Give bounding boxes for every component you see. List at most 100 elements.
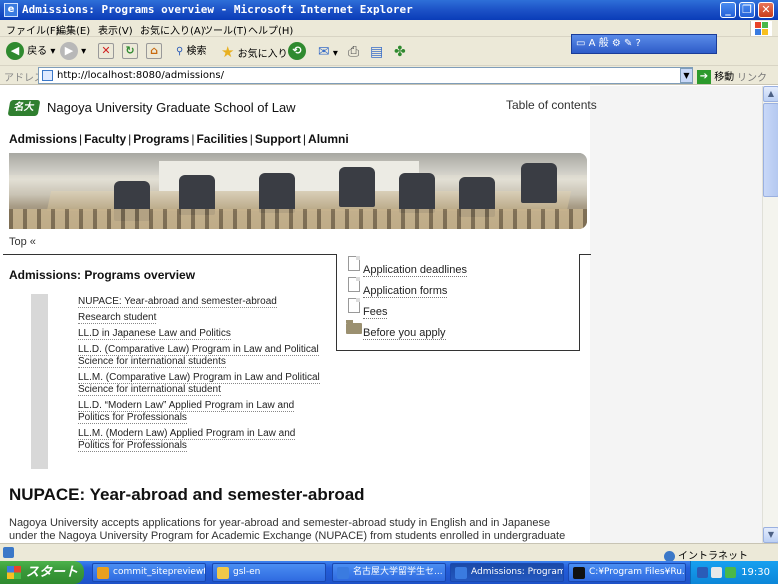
clock: 19:30 [741,567,770,578]
back-arrow-icon: ◀ [6,42,24,60]
edit-button[interactable]: ▤ [370,42,383,62]
history-button[interactable]: ⟲ [288,42,306,62]
address-url: http://localhost:8080/admissions/ [57,70,224,81]
minimize-button[interactable]: _ [720,2,736,18]
subnav-accent-bar [31,294,48,469]
taskbar: スタート commit_sitepreviewt... gsl-en 名古屋大学… [0,561,778,584]
list-item[interactable]: LL.D. (Comparative Law) Program in Law a… [78,344,328,368]
nav-facilities[interactable]: Facilities [196,132,247,146]
page-side-shade [590,86,762,543]
status-bar: イントラネット [0,543,778,562]
window-titlebar[interactable]: e Admissions: Programs overview - Micros… [0,0,778,20]
mail-button[interactable]: ✉ ▾ [318,42,338,62]
banner-railing [9,209,587,229]
nav-support[interactable]: Support [255,132,301,146]
refresh-button[interactable]: ↻ [122,42,138,62]
nav-alumni[interactable]: Alumni [308,132,349,146]
scroll-up-button[interactable]: ▲ [763,86,778,102]
star-icon: ★ [221,43,235,61]
menu-view[interactable]: 表示(V) [98,22,133,37]
maximize-button[interactable]: ❐ [739,2,755,18]
refresh-icon: ↻ [122,43,138,59]
taskbar-item[interactable]: C:¥Program Files¥Ru... [568,563,686,582]
list-item[interactable]: LL.D. “Modern Law” Applied Program in La… [78,400,328,424]
menu-favorites[interactable]: お気に入り(A) [140,22,205,37]
stop-button[interactable]: ✕ [98,42,114,62]
address-dropdown-button[interactable]: ▼ [680,68,693,83]
table-of-contents-link[interactable]: Table of contents [506,98,597,112]
taskbar-item-active[interactable]: Admissions: Program... [450,563,564,582]
vertical-scrollbar[interactable]: ▲ ▼ [762,86,778,543]
link-before-you-apply[interactable]: Before you apply [363,327,446,340]
banner-chair [259,173,295,213]
address-input[interactable]: http://localhost:8080/admissions/ [38,67,693,84]
windows-logo-icon [750,21,772,36]
intranet-icon [664,550,675,562]
favorites-button[interactable]: ★ お気に入り [221,42,288,62]
list-item[interactable]: Application forms [348,277,467,300]
go-button[interactable]: ➔ 移動 [697,68,734,84]
program-link[interactable]: LL.M. (Modern Law) Applied Program in La… [78,428,296,452]
list-item[interactable]: LL.D in Japanese Law and Politics [78,328,328,340]
nav-faculty[interactable]: Faculty [84,132,126,146]
home-button[interactable]: ⌂ [146,42,162,62]
program-link[interactable]: LL.D. (Comparative Law) Program in Law a… [78,344,319,368]
list-item[interactable]: Research student [78,312,328,324]
back-button[interactable]: ◀ 戻る ▾ [6,42,55,62]
forward-button[interactable]: ▶ ▾ [60,42,86,62]
list-item[interactable]: Before you apply [346,320,467,342]
program-link[interactable]: Research student [78,312,157,324]
list-item[interactable]: NUPACE: Year-abroad and semester-abroad [78,296,328,308]
banner-chair [521,163,557,203]
program-link[interactable]: LL.D. “Modern Law” Applied Program in La… [78,400,295,424]
ime-mode-text: A 般 [588,38,609,49]
taskbar-item[interactable]: gsl-en [212,563,326,582]
list-item[interactable]: Application deadlines [348,256,467,279]
network-icon[interactable] [697,567,708,578]
banner-chair [339,167,375,207]
menu-file[interactable]: ファイル(F) [6,22,60,37]
links-button[interactable]: リンク [737,69,767,84]
divider [579,254,591,255]
taskbar-item[interactable]: 名古屋大学留学生セ... [332,563,446,582]
start-button[interactable]: スタート [0,561,84,584]
program-link[interactable]: LL.M. (Comparative Law) Program in Law a… [78,372,320,396]
program-link[interactable]: NUPACE: Year-abroad and semester-abroad [78,296,277,308]
menu-tools[interactable]: ツール(T) [203,22,247,37]
document-icon [348,298,360,313]
ime-language-bar[interactable]: ▭ A 般 ⚙ ✎ ? [571,34,717,54]
divider [3,254,337,255]
search-button[interactable]: ⚲ 検索 [176,42,207,62]
link-application-deadlines[interactable]: Application deadlines [363,264,467,277]
ie-icon: e [4,3,18,17]
program-list: NUPACE: Year-abroad and semester-abroad … [78,296,328,456]
link-fees[interactable]: Fees [363,306,388,319]
menu-help[interactable]: ヘルプ(H) [248,22,293,37]
university-logo[interactable]: 名大 [7,100,41,116]
site-title[interactable]: Nagoya University Graduate School of Law [47,100,296,115]
link-application-forms[interactable]: Application forms [363,285,448,298]
banner-chair [399,173,435,213]
list-item[interactable]: LL.M. (Modern Law) Applied Program in La… [78,428,328,452]
scroll-thumb[interactable] [763,103,778,197]
page-title: Admissions: Programs overview [9,268,196,282]
banner-image [9,153,587,229]
history-icon: ⟲ [288,42,306,60]
nav-separator: | [249,132,253,146]
nav-admissions[interactable]: Admissions [9,132,77,146]
main-nav: Admissions | Faculty | Programs | Facilities | S… [9,132,349,146]
breadcrumb[interactable]: Top « [9,236,36,248]
tray-app-icon[interactable] [725,567,736,578]
list-item[interactable]: Fees [348,298,467,321]
print-button[interactable]: ⎙ [348,42,359,62]
taskbar-item[interactable]: commit_sitepreviewt... [92,563,206,582]
list-item[interactable]: LL.M. (Comparative Law) Program in Law a… [78,372,328,396]
volume-icon[interactable] [711,567,722,578]
forward-arrow-icon: ▶ [60,42,78,60]
menu-edit[interactable]: 編集(E) [56,22,90,37]
messenger-button[interactable]: ✤ [394,42,406,62]
scroll-down-button[interactable]: ▼ [763,527,778,543]
program-link[interactable]: LL.D in Japanese Law and Politics [78,328,231,340]
close-button[interactable]: ✕ [758,2,774,18]
nav-programs[interactable]: Programs [133,132,189,146]
